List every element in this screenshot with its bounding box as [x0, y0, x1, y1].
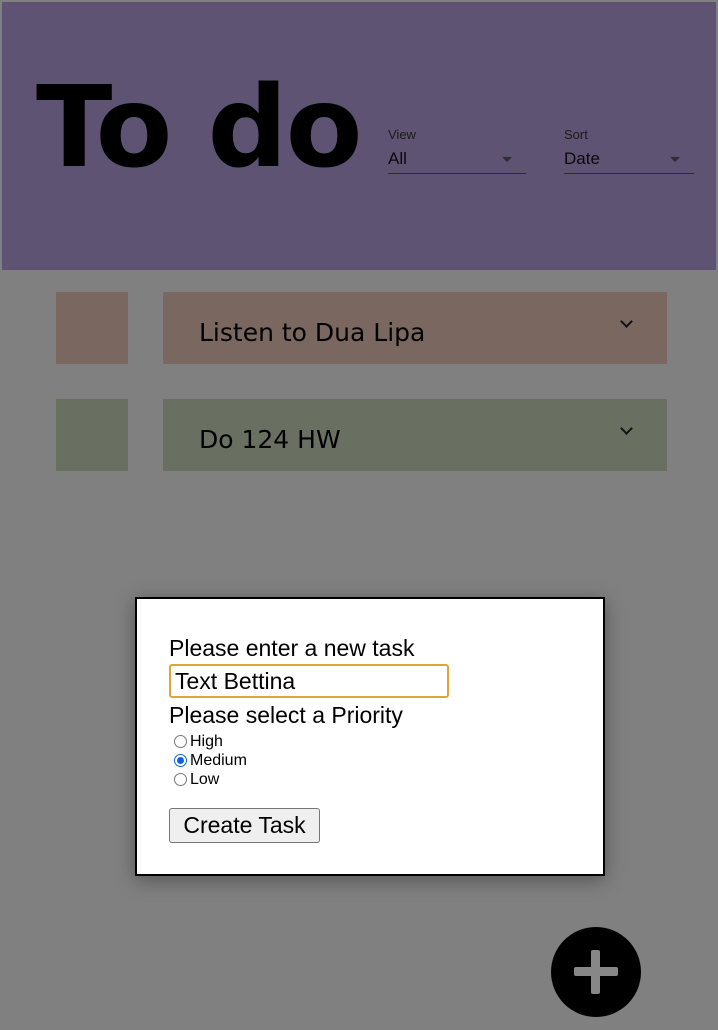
task-input[interactable] — [169, 664, 449, 698]
radio-low[interactable] — [174, 773, 187, 786]
radio-medium[interactable] — [174, 754, 187, 767]
priority-label: Please select a Priority — [169, 702, 403, 728]
new-task-dialog: Please enter a new task Please select a … — [135, 597, 605, 876]
priority-option-high[interactable]: High — [174, 732, 223, 751]
radio-high[interactable] — [174, 735, 187, 748]
radio-label-low: Low — [190, 771, 220, 788]
radio-label-high: High — [190, 733, 223, 750]
create-task-button[interactable]: Create Task — [169, 808, 320, 843]
priority-option-low[interactable]: Low — [174, 770, 219, 789]
priority-option-medium[interactable]: Medium — [174, 751, 247, 770]
radio-label-medium: Medium — [190, 752, 247, 769]
task-input-label: Please enter a new task — [169, 635, 415, 661]
